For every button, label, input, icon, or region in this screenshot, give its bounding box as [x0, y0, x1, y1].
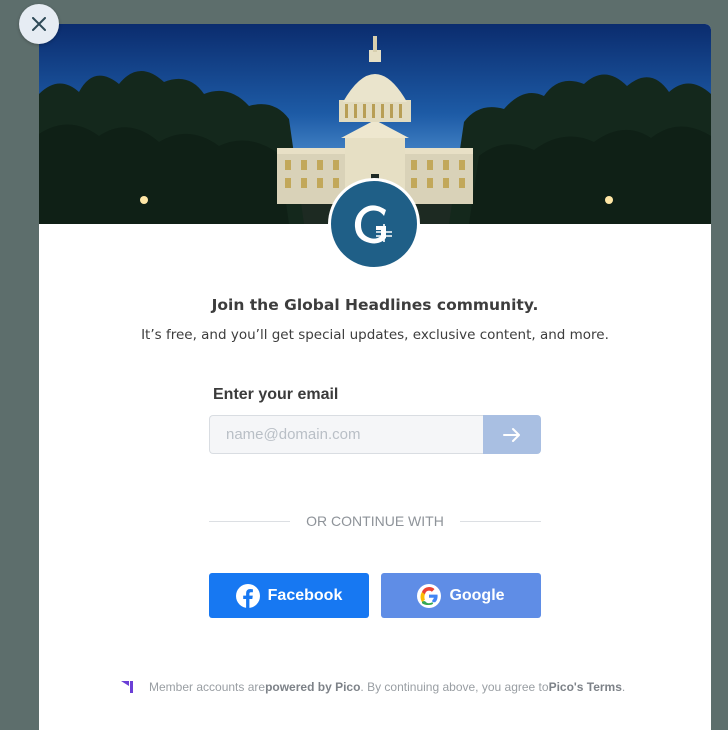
- powered-by-pico-link[interactable]: powered by Pico: [265, 680, 360, 694]
- page-subtitle: It’s free, and you’ll get special update…: [141, 327, 609, 343]
- footer-suffix: .: [621, 680, 626, 694]
- google-login-button[interactable]: Google: [381, 573, 541, 618]
- pico-logo-icon: [121, 681, 135, 693]
- divider-text: OR CONTINUE WITH: [306, 513, 444, 529]
- divider-line-right: [460, 521, 541, 522]
- email-input[interactable]: [209, 415, 483, 454]
- page-title: Join the Global Headlines community.: [211, 296, 539, 314]
- footer-disclaimer: Member accounts are powered by Pico . By…: [121, 680, 625, 694]
- google-label: Google: [449, 586, 505, 604]
- global-headlines-logo: [328, 178, 420, 270]
- arrow-right-icon: [503, 427, 520, 442]
- footer-prefix: Member accounts are: [149, 680, 266, 694]
- email-label: Enter your email: [213, 386, 339, 403]
- facebook-icon: [235, 583, 260, 608]
- global-headlines-logo-icon: [354, 205, 392, 244]
- google-icon: [417, 583, 442, 608]
- facebook-login-button[interactable]: Facebook: [209, 573, 369, 618]
- close-icon: [32, 17, 46, 31]
- email-submit-button[interactable]: [483, 415, 541, 454]
- footer-middle: . By continuing above, you agree to: [360, 680, 549, 694]
- close-button[interactable]: [19, 4, 59, 44]
- pico-terms-link[interactable]: Pico's Terms: [549, 680, 622, 694]
- divider-line-left: [209, 521, 290, 522]
- signup-modal: Join the Global Headlines community. It’…: [39, 24, 711, 730]
- facebook-label: Facebook: [267, 586, 343, 604]
